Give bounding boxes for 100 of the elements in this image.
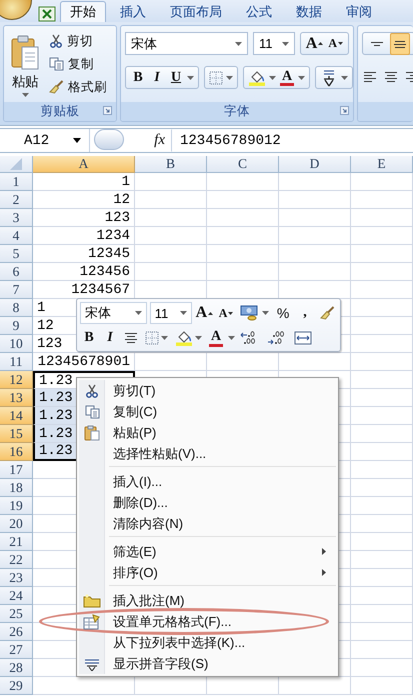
row-header[interactable]: 18 <box>0 479 33 497</box>
dialog-launcher-icon <box>103 106 112 115</box>
row-header[interactable]: 6 <box>0 263 33 281</box>
italic-button[interactable]: I <box>149 68 165 88</box>
ribbon-tab[interactable]: 插入 <box>110 1 156 22</box>
clipboard-button[interactable]: 复制 <box>46 55 110 73</box>
ribbon-tab[interactable]: 开始 <box>60 1 106 22</box>
insert-function-button[interactable]: fx <box>124 129 172 152</box>
column-header[interactable]: A <box>33 156 135 173</box>
accounting-format-button[interactable] <box>238 303 272 323</box>
comma-style-button[interactable]: , <box>295 303 316 323</box>
caret-down-icon <box>228 312 234 314</box>
percent-button[interactable]: % <box>274 303 292 323</box>
row-header[interactable]: 28 <box>0 659 33 677</box>
row-header[interactable]: 2 <box>0 191 33 209</box>
row-header[interactable]: 29 <box>0 677 33 695</box>
row-header[interactable]: 25 <box>0 605 33 623</box>
row-header[interactable]: 8 <box>0 299 33 317</box>
menu-item[interactable]: 设置单元格格式(F)... <box>79 611 336 632</box>
phonetic-icon <box>83 656 101 670</box>
row-header[interactable]: 10 <box>0 335 33 353</box>
ribbon-tab[interactable]: 数据 <box>286 1 332 22</box>
row-header[interactable]: 13 <box>0 389 33 407</box>
row-header[interactable]: 24 <box>0 587 33 605</box>
fill-color-icon <box>248 70 266 86</box>
row-header[interactable]: 9 <box>0 317 33 335</box>
caret-up-icon <box>208 312 214 314</box>
row-header[interactable]: 12 <box>0 371 33 389</box>
table-cell: 1 <box>33 173 135 191</box>
font-color-button[interactable]: A <box>279 68 295 88</box>
menu-item[interactable]: 清除内容(N) <box>79 513 336 534</box>
shrink-font-button[interactable]: A <box>217 303 236 323</box>
font-name-combo[interactable]: 宋体 <box>80 302 147 324</box>
vertical-align-button[interactable] <box>390 32 410 54</box>
menu-item[interactable]: 插入批注(M) <box>79 590 336 611</box>
caret-icon <box>187 76 194 80</box>
group-title: 字体 <box>224 103 250 120</box>
paste-button[interactable]: 粘贴 <box>4 26 46 102</box>
menu-item[interactable]: 显示拼音字段(S) <box>79 653 336 674</box>
column-header[interactable]: B <box>135 156 207 173</box>
row-header[interactable]: 27 <box>0 641 33 659</box>
underline-button[interactable]: U <box>168 68 184 88</box>
row-header[interactable]: 1 <box>0 173 33 191</box>
scissors-icon <box>49 34 63 48</box>
row-header[interactable]: 23 <box>0 569 33 587</box>
row-header[interactable]: 14 <box>0 407 33 425</box>
clipboard-button[interactable]: 剪切 <box>46 32 110 50</box>
row-header[interactable]: 3 <box>0 209 33 227</box>
name-box[interactable]: A12 <box>0 129 90 152</box>
ribbon-tab[interactable]: 公式 <box>236 1 282 22</box>
spreadsheet-app-icon[interactable] <box>38 6 56 22</box>
caret-up-icon <box>318 42 324 45</box>
menu-item[interactable]: 删除(D)... <box>79 492 336 513</box>
font-name-combo[interactable]: 宋体 <box>125 32 248 55</box>
font-color-label: A <box>210 330 222 342</box>
borders-icon <box>209 70 223 84</box>
row-header[interactable]: 17 <box>0 461 33 479</box>
row-header[interactable]: 11 <box>0 353 33 371</box>
bold-button[interactable]: B <box>130 68 146 88</box>
caret-icon <box>269 76 276 80</box>
clipboard-button[interactable]: 格式刷 <box>46 78 110 96</box>
font-size-combo[interactable]: 11 <box>150 302 192 324</box>
format-painter-icon <box>49 80 64 94</box>
shrink-font-button[interactable]: A <box>327 34 344 54</box>
font-size-combo[interactable]: 11 <box>252 32 295 55</box>
ribbon-tab[interactable]: 审阅 <box>336 1 382 22</box>
row-header[interactable]: 4 <box>0 227 33 245</box>
menu-item[interactable]: 筛选(E) <box>79 541 336 562</box>
row-header[interactable]: 5 <box>0 245 33 263</box>
phonetic-button[interactable] <box>315 66 353 89</box>
menu-item[interactable]: 排序(O) <box>79 562 336 583</box>
row-header[interactable]: 26 <box>0 623 33 641</box>
format-cells-icon <box>83 614 101 630</box>
column-header[interactable]: D <box>279 156 351 173</box>
grow-font-button[interactable]: A <box>304 34 324 54</box>
row-header[interactable]: 22 <box>0 551 33 569</box>
menu-item[interactable]: 插入(I)... <box>79 471 336 492</box>
scissors-icon <box>85 384 99 398</box>
caret-icon <box>341 76 348 80</box>
menu-item[interactable]: 从下拉列表中选择(K)... <box>79 632 336 653</box>
row-header[interactable]: 16 <box>0 443 33 461</box>
decrease-decimal-icon <box>267 330 287 346</box>
borders-button[interactable] <box>204 66 238 89</box>
grow-font-button[interactable]: A <box>194 303 214 323</box>
merge-center-icon <box>294 330 312 346</box>
ribbon-tab[interactable]: 页面布局 <box>160 1 232 22</box>
row-header[interactable]: 20 <box>0 515 33 533</box>
row-header[interactable]: 19 <box>0 497 33 515</box>
accounting-format-icon <box>240 305 260 321</box>
column-header[interactable]: C <box>207 156 279 173</box>
column-header[interactable]: E <box>351 156 413 173</box>
row-header[interactable]: 7 <box>0 281 33 299</box>
font-color-button[interactable]: A <box>207 328 225 348</box>
submenu-arrow-icon <box>322 569 326 576</box>
comment-icon <box>83 594 101 608</box>
caret-icon <box>262 311 270 315</box>
row-header[interactable]: 15 <box>0 425 33 443</box>
formula-input-field[interactable]: 123456789012 <box>172 129 413 152</box>
group-title: 剪贴板 <box>40 103 80 120</box>
row-header[interactable]: 21 <box>0 533 33 551</box>
